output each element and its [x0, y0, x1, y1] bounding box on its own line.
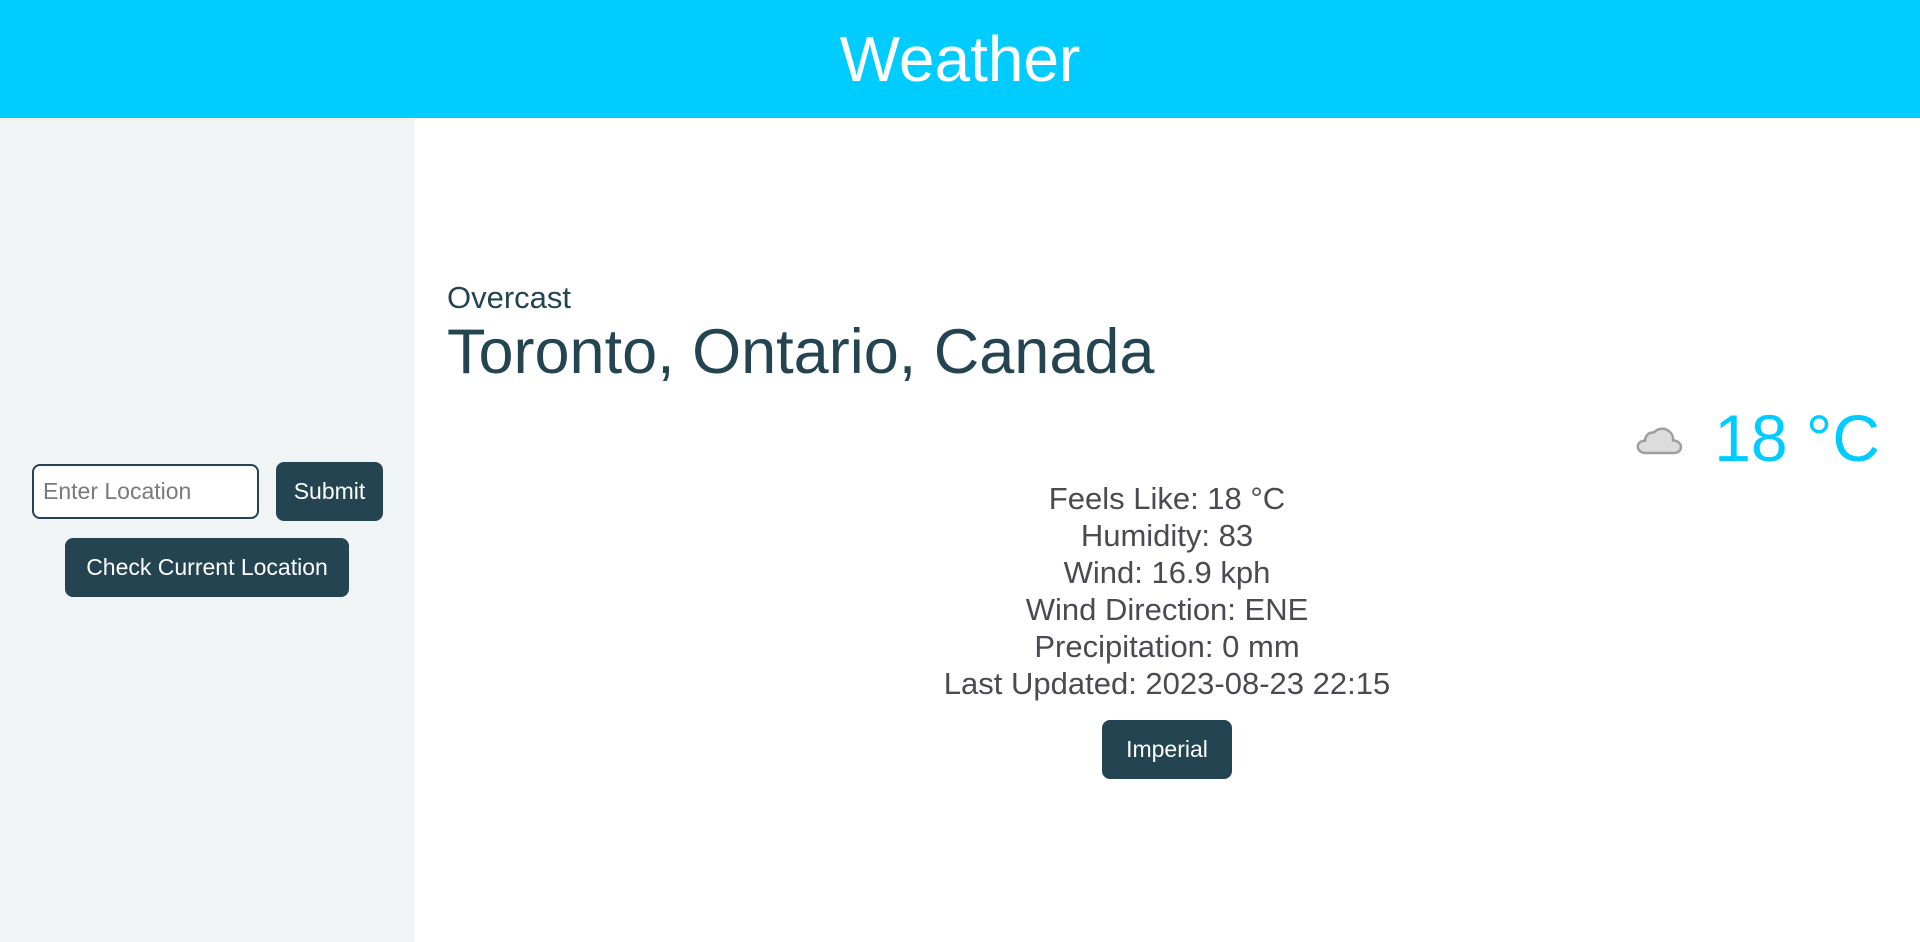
check-current-location-button[interactable]: Check Current Location: [65, 538, 349, 597]
submit-button[interactable]: Submit: [276, 462, 383, 521]
humidity-text: Humidity: 83: [1080, 518, 1254, 553]
imperial-toggle-button[interactable]: Imperial: [1102, 720, 1232, 779]
app-title: Weather: [839, 23, 1081, 95]
temperature-display: 18 °C: [1634, 400, 1880, 475]
weather-details: Feels Like: 18 °C Humidity: 83 Wind: 16.…: [832, 480, 1502, 702]
wind-text: Wind: 16.9 kph: [1063, 555, 1271, 590]
location-title: Toronto, Ontario, Canada: [447, 317, 1155, 387]
wind-direction-text: Wind Direction: ENE: [1025, 592, 1309, 627]
temperature-value: 18 °C: [1714, 400, 1880, 475]
cloud-icon: [1636, 426, 1683, 454]
weather-condition: Overcast: [447, 280, 572, 315]
location-input[interactable]: [32, 464, 259, 519]
sidebar: [0, 118, 415, 942]
app-header: Weather: [0, 0, 1920, 118]
last-updated-text: Last Updated: 2023-08-23 22:15: [943, 666, 1391, 701]
precipitation-text: Precipitation: 0 mm: [1034, 629, 1300, 664]
feels-like-text: Feels Like: 18 °C: [1048, 481, 1286, 516]
